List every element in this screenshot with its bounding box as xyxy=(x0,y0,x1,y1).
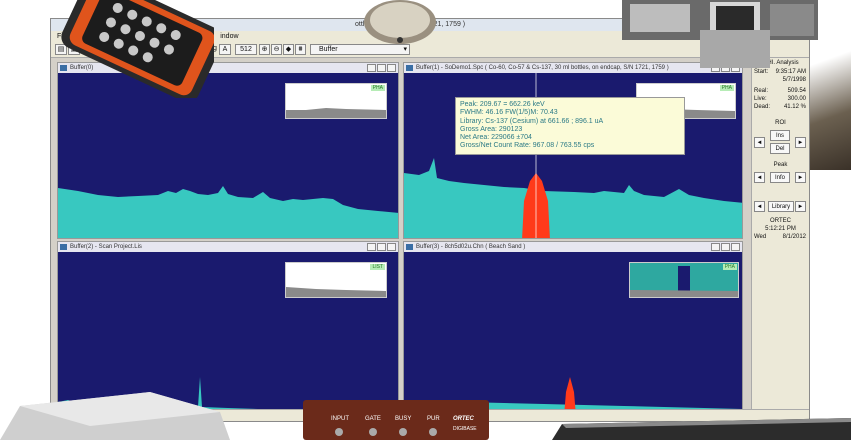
gross-area-line: Gross Area: 290123 xyxy=(460,125,523,133)
panel-title-bar: Buffer(3) - 8ch5d02u.Chn ( Beach Sand ) xyxy=(404,242,742,252)
dead-value: 41.12 % xyxy=(783,104,806,110)
fwhm-line: FWHM: 46.16 FW(1/5)M: 70.43 xyxy=(460,109,558,117)
library-line: Library: Cs-137 (Cesium) at 661.66 ; 896… xyxy=(460,117,604,125)
vertical-scale-input[interactable]: 512 xyxy=(235,44,257,55)
roi-insert-button[interactable]: Ins xyxy=(770,130,790,141)
minimize-button[interactable] xyxy=(367,243,376,251)
overview-thumbnail[interactable]: PHA xyxy=(629,262,739,298)
spectrum-panel-3[interactable]: Buffer(3) - 8ch5d02u.Chn ( Beach Sand ) … xyxy=(403,241,743,415)
fullview-icon[interactable]: ⩩ xyxy=(295,44,306,55)
minimize-button[interactable] xyxy=(711,243,720,251)
peak-info-button[interactable]: Info xyxy=(770,172,790,183)
close-button[interactable] xyxy=(731,243,740,251)
thumbnail-cursor xyxy=(678,266,690,294)
spectrum-plot[interactable]: PHA xyxy=(404,252,742,414)
thumbnail-trace xyxy=(286,108,386,118)
panel-title: Buffer(3) - 8ch5d02u.Chn ( Beach Sand ) xyxy=(416,244,526,250)
menu-window[interactable]: indow xyxy=(220,33,238,40)
close-button[interactable] xyxy=(387,243,396,251)
autoscale-button[interactable]: A xyxy=(219,44,231,55)
spectrum-plot[interactable]: LIST xyxy=(58,252,398,414)
spectrum-trace xyxy=(58,186,398,238)
spectrum-icon xyxy=(406,65,413,71)
spectrum-panel-2[interactable]: Buffer(2) - Scan Project.Lis LIST xyxy=(57,241,399,415)
zoom-in-icon[interactable]: ⊕ xyxy=(259,44,270,55)
buffer-select-value: Buffer xyxy=(319,46,338,53)
brand-label: ORTEC xyxy=(770,218,791,224)
library-next-button[interactable]: ► xyxy=(795,201,806,212)
roi-delete-button[interactable]: Del xyxy=(770,143,790,154)
peak-info-tooltip: Peak: 209.67 = 662.26 keV FWHM: 46.16 FW… xyxy=(455,97,685,155)
roi-label: ROI xyxy=(775,120,786,126)
spectrum-trace xyxy=(404,158,742,238)
thumbnail-trace xyxy=(286,287,386,297)
maximize-button[interactable] xyxy=(377,243,386,251)
laptop-device xyxy=(552,418,851,440)
peak-label: Peak xyxy=(773,162,788,168)
live-value: 300.00 xyxy=(787,96,806,102)
library-button[interactable]: Library xyxy=(768,201,794,212)
center-icon[interactable]: ◆ xyxy=(283,44,294,55)
overview-thumbnail[interactable]: LIST xyxy=(285,262,387,298)
count-rate-line: Gross/Net Count Rate: 967.08 / 763.55 cp… xyxy=(460,142,595,150)
clock-date: 8/1/2012 xyxy=(782,234,806,240)
panel-title: Buffer(2) - Scan Project.Lis xyxy=(70,244,142,250)
handheld-keypad-device xyxy=(44,0,224,103)
net-area-line: Net Area: 229066 ±704 xyxy=(460,134,532,142)
detector-probe-device xyxy=(360,0,440,50)
window-controls xyxy=(367,64,396,72)
base-unit-device xyxy=(0,392,230,440)
window-controls xyxy=(367,243,396,251)
spectrum-icon xyxy=(406,244,413,250)
peak-prev-button[interactable]: ◄ xyxy=(754,172,765,183)
spectrum-icon xyxy=(60,244,67,250)
roi-prev-button[interactable]: ◄ xyxy=(754,137,765,148)
digibase-module: INPUT GATE BUSY PUR ORTEC DIGIBASE xyxy=(303,400,489,440)
start-time: 9:35:17 AM xyxy=(775,69,806,75)
panel-title-bar: Buffer(2) - Scan Project.Lis xyxy=(58,242,398,252)
close-button[interactable] xyxy=(387,64,396,72)
window-controls xyxy=(711,243,740,251)
mca-instrument-device xyxy=(620,0,820,68)
minimize-button[interactable] xyxy=(367,64,376,72)
library-prev-button[interactable]: ◄ xyxy=(754,201,765,212)
clock-time: 5:12:21 PM xyxy=(765,226,796,232)
overview-thumbnail[interactable]: PHA xyxy=(285,83,387,119)
real-value: 509.54 xyxy=(787,88,806,94)
status-sidebar: a HI. Analysis Start: 9:35:17 AM 5/7/199… xyxy=(751,58,809,423)
maximize-button[interactable] xyxy=(377,64,386,72)
maximize-button[interactable] xyxy=(721,243,730,251)
start-date: 5/7/1998 xyxy=(782,77,806,83)
zoom-out-icon[interactable]: ⊖ xyxy=(271,44,282,55)
roi-next-button[interactable]: ► xyxy=(795,137,806,148)
peak-line: Peak: 209.67 = 662.26 keV xyxy=(460,101,545,108)
thumbnail-trace xyxy=(630,290,738,297)
peak-next-button[interactable]: ► xyxy=(795,172,806,183)
